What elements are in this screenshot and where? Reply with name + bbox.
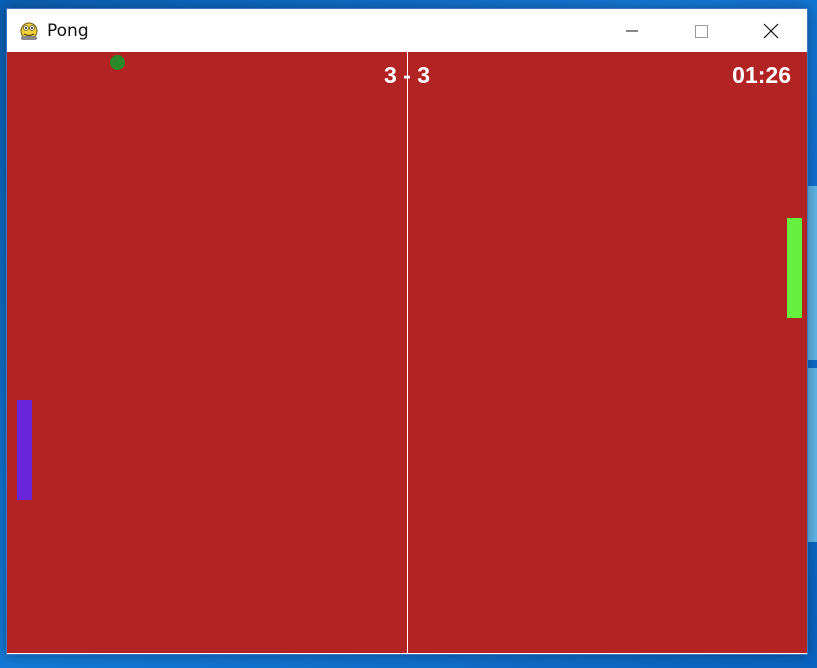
minimize-button[interactable] [598, 9, 666, 52]
window-title: Pong [47, 21, 89, 41]
timer-display: 01:26 [732, 62, 791, 88]
left-paddle [17, 400, 32, 500]
game-canvas[interactable]: 3 - 3 01:26 [7, 52, 807, 653]
close-icon [763, 23, 779, 39]
minimize-icon [626, 30, 638, 32]
center-line [407, 52, 408, 653]
title-bar[interactable]: Pong [7, 9, 807, 52]
close-button[interactable] [737, 9, 805, 52]
pygame-snake-icon [18, 19, 40, 41]
ball [110, 55, 125, 70]
maximize-button[interactable] [667, 9, 735, 52]
pong-window: Pong 3 - 3 01:26 [6, 8, 808, 655]
score-display: 3 - 3 [383, 62, 431, 88]
right-paddle [787, 218, 802, 318]
maximize-icon [695, 25, 708, 38]
